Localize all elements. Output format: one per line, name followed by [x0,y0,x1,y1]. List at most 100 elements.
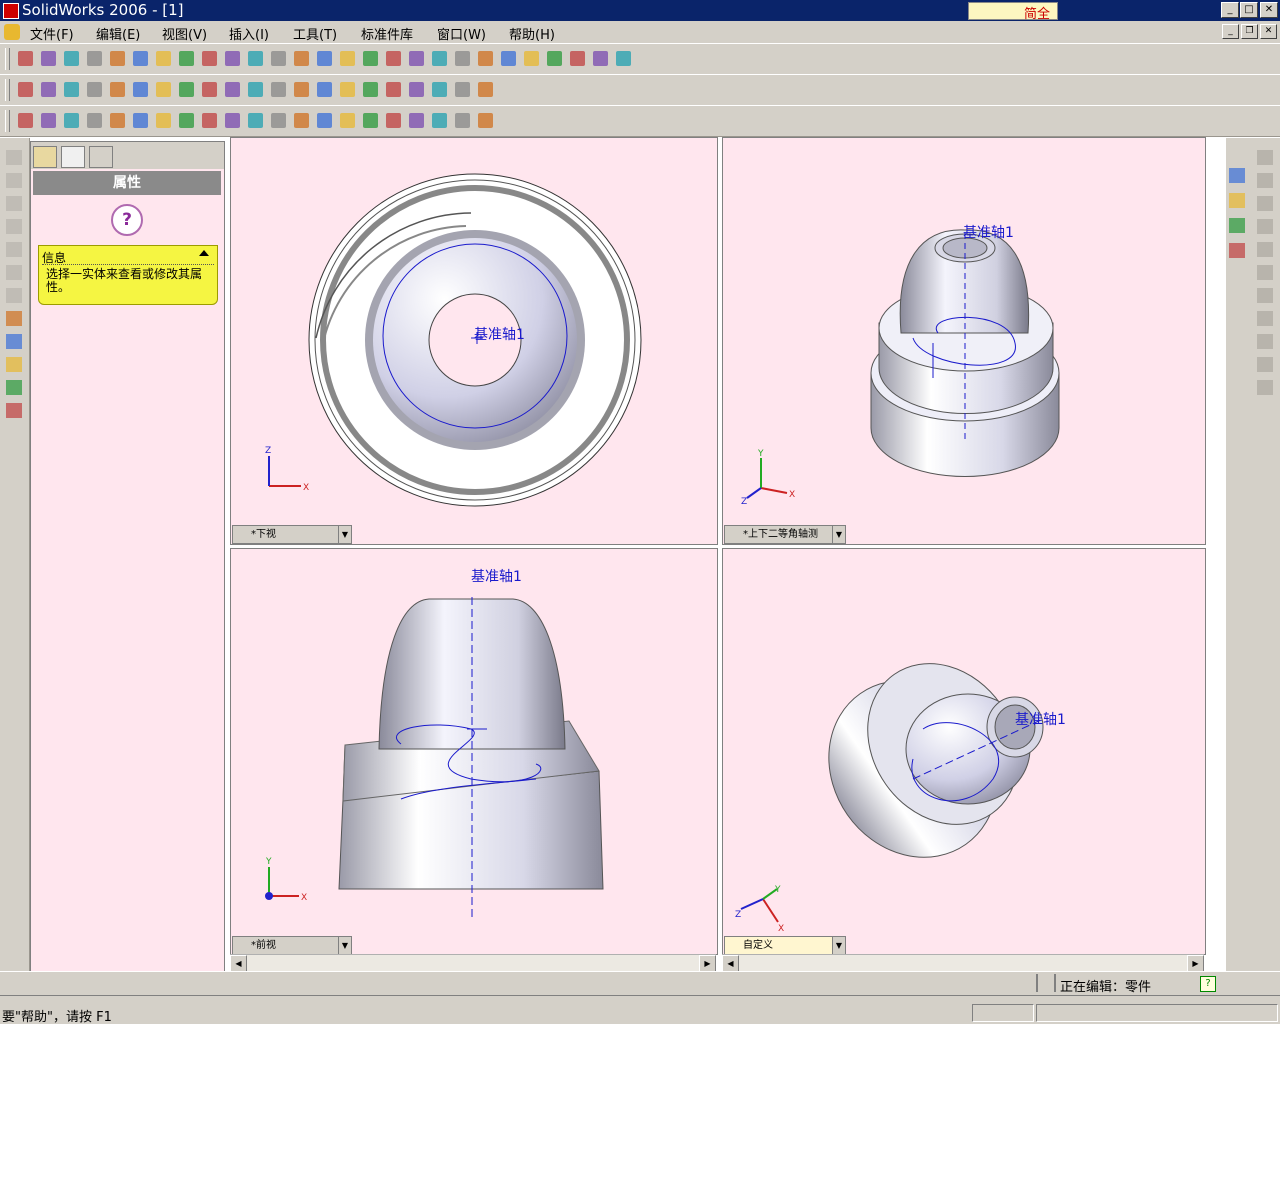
view-orientation-dropdown[interactable]: *上下二等角轴测 ▼ [724,525,846,544]
grid-icon[interactable] [455,113,470,128]
centerline-icon[interactable] [225,113,240,128]
zoom-in-icon[interactable] [386,51,401,66]
axis-icon[interactable] [386,82,401,97]
point-icon[interactable] [409,82,424,97]
sweep-icon[interactable] [64,82,79,97]
extrude-icon[interactable] [18,82,33,97]
scroll-left-icon[interactable]: ◀ [722,955,739,972]
perspective-icon[interactable] [570,51,585,66]
cube-icon[interactable] [6,242,22,257]
save-icon[interactable] [64,51,79,66]
rotate-icon[interactable] [432,51,447,66]
tool-icon[interactable] [1257,311,1273,326]
undo-icon[interactable] [202,51,217,66]
document-icon[interactable] [4,24,20,40]
text-icon[interactable] [386,113,401,128]
cut-revolve-icon[interactable] [133,82,148,97]
scroll-left-icon[interactable]: ◀ [230,955,247,972]
tool-icon[interactable] [1257,150,1273,165]
redo-icon[interactable] [225,51,240,66]
tool-icon[interactable] [1257,380,1273,395]
mirror-icon[interactable] [294,82,309,97]
trim-icon[interactable] [248,113,263,128]
chevron-down-icon[interactable]: ▼ [832,526,845,543]
library-icon[interactable] [1229,193,1245,208]
menu-file[interactable]: 文件(F) [30,24,74,43]
help-icon[interactable]: ? [1200,976,1216,992]
tangent-arc-icon[interactable] [156,113,171,128]
cube-icon[interactable] [6,219,22,234]
minimize-icon[interactable]: _ [1221,2,1239,18]
pan-icon[interactable] [455,51,470,66]
arc-icon[interactable] [133,113,148,128]
construction-icon[interactable] [432,113,447,128]
zoom-out-icon[interactable] [409,51,424,66]
maximize-icon[interactable]: □ [1240,2,1258,18]
chevron-down-icon[interactable]: ▼ [832,937,845,954]
relations-icon[interactable] [409,113,424,128]
close-icon[interactable]: ✕ [1260,2,1278,18]
menu-view[interactable]: 视图(V) [162,24,207,43]
tool-icon[interactable] [1257,196,1273,211]
help-icon[interactable]: ? [111,204,143,236]
solidworks-app-icon[interactable] [3,3,19,19]
cube-icon[interactable] [6,288,22,303]
sketch-icon[interactable] [6,311,22,326]
view-orientation-dropdown[interactable]: 自定义 ▼ [724,936,846,954]
zoom-area-icon[interactable] [363,51,378,66]
ime-indicator[interactable]: 简全 [968,2,1058,22]
help-icon[interactable] [317,51,332,66]
tool-icon[interactable] [1257,334,1273,349]
tool-icon[interactable] [1257,173,1273,188]
menu-standard-parts[interactable]: 标准件库 [361,24,413,43]
cut-icon[interactable] [133,51,148,66]
helix-icon[interactable] [317,82,332,97]
relations-icon[interactable] [6,357,22,372]
sketch-icon[interactable] [18,113,33,128]
display-icon[interactable] [478,113,493,128]
revolve-icon[interactable] [41,82,56,97]
loft-icon[interactable] [87,82,102,97]
open-icon[interactable] [41,51,56,66]
zoom-fit-icon[interactable] [340,51,355,66]
doc-restore-icon[interactable]: ❐ [1241,24,1258,39]
chevron-down-icon[interactable]: ▼ [338,526,351,543]
toolbar-grip[interactable] [5,48,10,70]
extend-icon[interactable] [271,113,286,128]
wireframe-icon[interactable] [501,51,516,66]
line-icon[interactable] [64,113,79,128]
point-icon[interactable] [202,113,217,128]
toolbar-grip[interactable] [5,110,10,132]
doc-minimize-icon[interactable]: _ [1222,24,1239,39]
chamfer-icon[interactable] [179,82,194,97]
curve-icon[interactable] [340,82,355,97]
property-manager-tab-icon[interactable] [61,146,85,168]
view-orientation-dropdown[interactable]: *下视 ▼ [232,525,352,544]
paste-icon[interactable] [179,51,194,66]
scroll-right-icon[interactable]: ▶ [1187,955,1204,972]
spline-icon[interactable] [179,113,194,128]
print-icon[interactable] [87,51,102,66]
copy-icon[interactable] [156,51,171,66]
feature-icon[interactable] [6,403,22,418]
tool-icon[interactable] [1257,219,1273,234]
menu-tools[interactable]: 工具(T) [293,24,337,43]
select-icon[interactable] [248,51,263,66]
shadow-icon[interactable] [616,51,631,66]
chamfer-icon[interactable] [363,113,378,128]
viewport-custom[interactable]: 基准轴1 X Y Z 自定义 ▼ ▲ ▼ [722,548,1206,955]
file-explorer-icon[interactable] [1229,218,1245,233]
collapse-icon[interactable] [199,250,209,256]
trim-icon[interactable] [478,82,493,97]
print-preview-icon[interactable] [110,51,125,66]
menu-edit[interactable]: 编辑(E) [96,24,140,43]
home-icon[interactable] [1229,168,1245,183]
fillet-icon[interactable] [340,113,355,128]
doc-close-icon[interactable]: ✕ [1260,24,1277,39]
smart-dimension-icon[interactable] [41,113,56,128]
tool-icon[interactable] [1257,288,1273,303]
shell-icon[interactable] [202,82,217,97]
rebuild-icon[interactable] [271,51,286,66]
plane-icon[interactable] [363,82,378,97]
pattern-icon[interactable] [271,82,286,97]
